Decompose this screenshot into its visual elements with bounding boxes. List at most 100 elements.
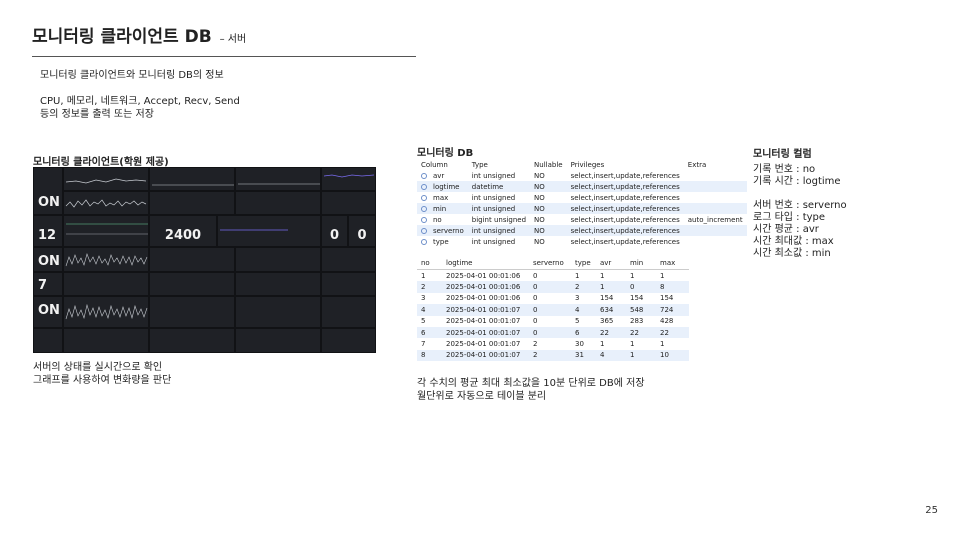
- table-cell: 7: [421, 340, 426, 349]
- column-icon: [421, 205, 427, 212]
- graph-panel: [64, 248, 148, 271]
- table-cell: select,insert,update,references: [566, 203, 684, 214]
- graph-panel: [236, 297, 320, 327]
- table-cell: NO: [534, 171, 545, 180]
- columns-title: 모니터링 컬럼: [753, 149, 812, 160]
- table-cell: max: [417, 192, 468, 203]
- table-cell: select,insert,update,references: [570, 193, 680, 202]
- status-value-1: ON: [38, 195, 60, 210]
- column-icon: [421, 227, 427, 234]
- table-cell: [683, 181, 747, 192]
- table-row: min int unsigned NO select,insert,update,re…: [417, 203, 747, 214]
- column-icon: [421, 172, 427, 179]
- table-cell: logtime: [417, 181, 468, 192]
- table-cell: 2025-04-01 00:01:06: [442, 281, 529, 293]
- table-cell: [684, 170, 747, 181]
- table-cell: 6: [571, 326, 596, 339]
- blank-panel: [322, 329, 375, 352]
- intro-line-1: 모니터링 클라이언트와 모니터링 DB의 정보: [40, 70, 224, 81]
- graph-panel: [150, 168, 234, 190]
- table-cell: type: [417, 236, 468, 247]
- columns-list: 기록 번호 : no 기록 시간 : logtime 서버 번호 : serve…: [753, 164, 847, 260]
- table-cell: 2: [417, 281, 442, 293]
- status-value-3: ON: [38, 303, 60, 318]
- table-cell: 2: [571, 281, 596, 293]
- panel-graph: [65, 303, 148, 320]
- table-cell: 1: [596, 281, 626, 293]
- table-row: max int unsigned NO select,insert,update,re…: [417, 192, 747, 203]
- graph-panel: [150, 248, 234, 271]
- graph-panel: [64, 216, 148, 246]
- table-cell: NO: [530, 225, 567, 236]
- table-cell: 2025-04-01 00:01:07: [446, 340, 521, 349]
- table-cell: 2025-04-01 00:01:06: [446, 294, 521, 303]
- column-icon: [421, 216, 427, 223]
- column-line: 로그 타입 : type: [753, 212, 826, 223]
- table-cell: 1: [626, 349, 656, 362]
- table-cell: 10: [656, 349, 689, 362]
- table-cell: auto_increment: [687, 215, 743, 224]
- data-header: no: [417, 257, 442, 270]
- graph-panel: [236, 273, 320, 295]
- graph-panel: [150, 297, 234, 327]
- cell-text: min: [433, 204, 447, 213]
- table-cell: 22: [596, 326, 626, 339]
- panel-graph: [65, 199, 147, 208]
- table-cell: [684, 192, 747, 203]
- cell-text: serverno: [433, 226, 464, 235]
- table-cell: 2025-04-01 00:01:06: [446, 271, 521, 280]
- data-header: type: [571, 257, 596, 270]
- panel-graph: [65, 178, 147, 184]
- count-panel-2: 7: [34, 273, 62, 295]
- monitoring-dashboard: ON 12 2400 0 0 ON 7 ON: [33, 167, 376, 353]
- count-value-2: 7: [38, 278, 48, 293]
- column-icon: [421, 238, 427, 245]
- zero-panel-1: 0: [322, 216, 347, 246]
- table-cell: 634: [596, 304, 626, 316]
- table-cell: select,insert,update,references: [570, 237, 680, 246]
- table-cell: 0: [626, 281, 656, 293]
- table-cell: 2025-04-01 00:01:07: [442, 326, 529, 339]
- table-cell: 1: [421, 271, 426, 280]
- table-row: logtime datetime NO select,insert,update,re…: [417, 181, 747, 192]
- table-cell: 283: [630, 317, 644, 326]
- title-subtitle: – 서버: [219, 34, 247, 45]
- column-icon: [421, 183, 427, 190]
- table-cell: 0: [529, 281, 571, 293]
- dashboard-caption-1: 서버의 상태를 실시간으로 확인: [33, 362, 163, 373]
- column-line: 시간 최대값 : max: [753, 236, 834, 247]
- table-cell: 4: [417, 304, 442, 316]
- table-cell: 0: [533, 271, 538, 280]
- table-row: 3 2025-04-01 00:01:06 0 3 154 154 154: [417, 293, 689, 304]
- status-panel-3: ON: [34, 297, 62, 327]
- column-icon: [421, 194, 427, 201]
- table-cell: 5: [421, 317, 426, 326]
- table-row: 6 2025-04-01 00:01:07 0 6 22 22 22: [417, 326, 689, 339]
- table-cell: 1: [630, 271, 635, 280]
- column-line: 기록 번호 : no: [753, 164, 816, 175]
- column-line: 시간 최소값 : min: [753, 248, 831, 259]
- panel-graph: [323, 174, 375, 178]
- table-cell: [683, 203, 747, 214]
- table-cell: NO: [534, 215, 545, 224]
- status-panel-1: ON: [34, 168, 62, 214]
- data-header: avr: [596, 257, 626, 270]
- table-cell: int unsigned: [471, 237, 516, 246]
- table-cell: 1: [575, 271, 580, 280]
- table-cell: 4: [571, 304, 596, 316]
- graph-panel: [322, 168, 375, 190]
- table-row: avr int unsigned NO select,insert,update,re…: [417, 170, 747, 181]
- table-cell: [683, 225, 747, 236]
- table-cell: 0: [529, 326, 571, 339]
- data-header: serverno: [529, 257, 571, 270]
- graph-panel: [236, 168, 320, 190]
- table-cell: select,insert,update,references: [566, 181, 684, 192]
- table-cell: 365: [600, 317, 614, 326]
- table-cell: 22: [626, 326, 656, 339]
- table-cell: int unsigned: [471, 171, 516, 180]
- table-cell: min: [417, 203, 468, 214]
- table-cell: 2: [533, 340, 538, 349]
- graph-panel: [64, 192, 148, 214]
- panel-graph: [238, 183, 320, 185]
- column-line: 시간 평균 : avr: [753, 224, 819, 235]
